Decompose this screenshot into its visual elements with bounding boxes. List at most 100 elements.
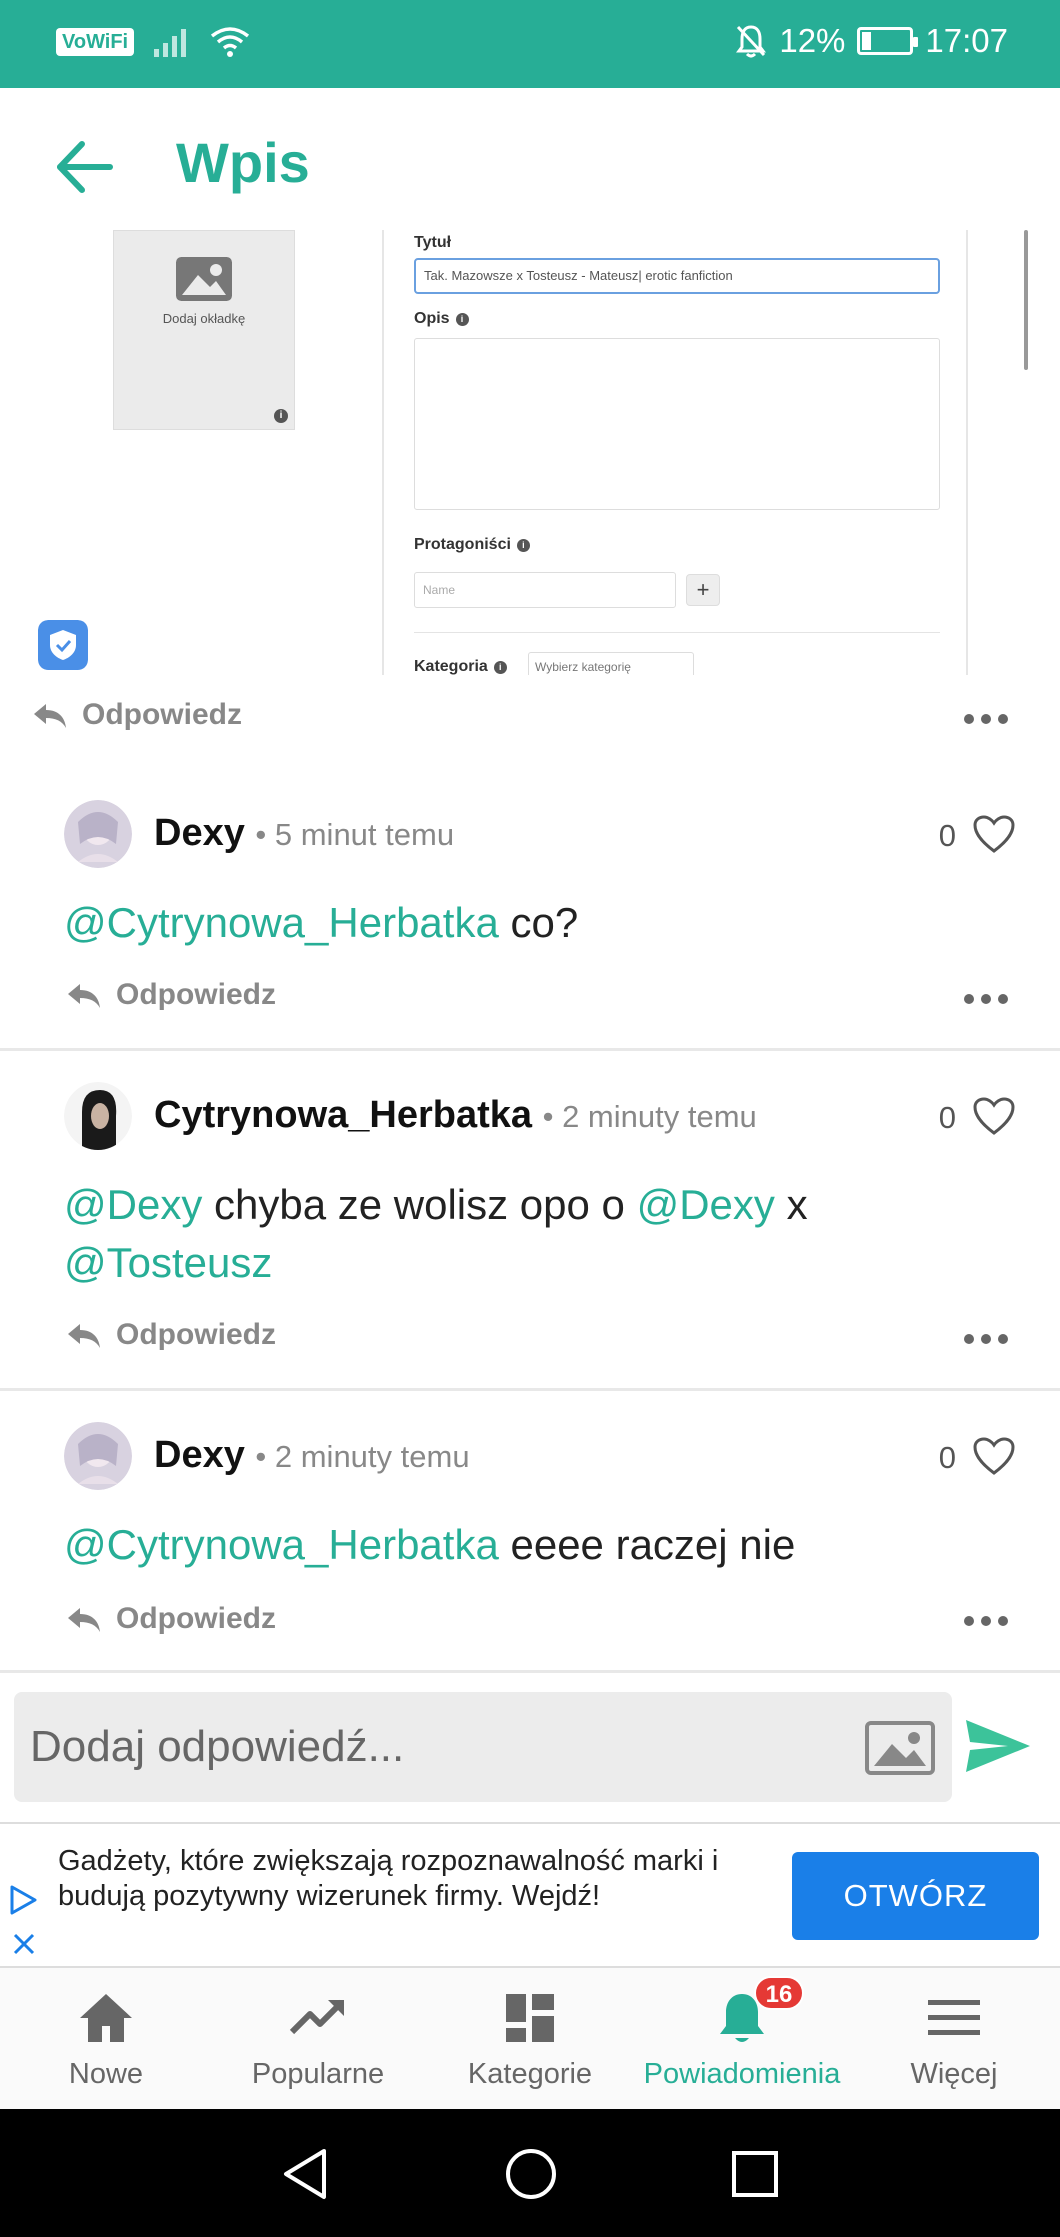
notification-badge: 16: [754, 1976, 804, 2010]
name-field: Name: [414, 572, 676, 608]
shield-icon: [38, 620, 88, 670]
reply-label: Odpowiedz: [116, 978, 276, 1011]
reply-label: Odpowiedz: [116, 1318, 276, 1351]
cover-placeholder: Dodaj okładkę i: [113, 230, 295, 430]
system-nav-bar: [0, 2109, 1060, 2237]
nav-label: Więcej: [910, 2058, 998, 2090]
nav-label: Nowe: [68, 2058, 144, 2090]
nav-label: Kategorie: [467, 2058, 593, 2090]
protagonists-label: Protagoniści i: [414, 536, 530, 554]
close-icon[interactable]: [12, 1932, 36, 1956]
like-count: 0: [938, 1440, 956, 1475]
nav-item-popularne[interactable]: Popularne: [212, 1968, 424, 2109]
info-icon: i: [274, 409, 288, 423]
home-nav-icon[interactable]: [504, 2147, 558, 2201]
back-nav-icon[interactable]: [278, 2147, 332, 2201]
ad-open-button[interactable]: OTWÓRZ: [792, 1852, 1039, 1940]
mention-link[interactable]: @Cytrynowa_Herbatka: [64, 1521, 499, 1568]
nav-item-nowe[interactable]: Nowe: [0, 1968, 212, 2109]
app-header: Wpis: [0, 88, 1060, 230]
home-icon: [80, 1994, 132, 2042]
description-field: [414, 338, 940, 510]
info-icon: i: [493, 660, 507, 674]
add-protagonist-button: +: [686, 574, 720, 606]
reply-input[interactable]: Dodaj odpowiedź...: [14, 1692, 952, 1802]
image-placeholder-icon: [176, 257, 232, 301]
title-field: Tak. Mazowsze x Tosteusz - Mateusz| erot…: [414, 258, 940, 294]
send-icon[interactable]: [964, 1716, 1032, 1776]
more-options-icon[interactable]: [964, 1616, 1008, 1626]
avatar[interactable]: [64, 800, 132, 868]
comment-time: 2 minuty temu: [274, 1439, 470, 1474]
dashboard-icon: [506, 1994, 554, 2042]
reply-label: Odpowiedz: [116, 1602, 276, 1635]
info-icon: i: [455, 312, 469, 326]
more-options-icon[interactable]: [964, 1334, 1008, 1344]
reply-icon: [34, 704, 66, 728]
reply-button[interactable]: Odpowiedz: [66, 978, 276, 1012]
title-label: Tytuł: [414, 234, 452, 251]
page-title: Wpis: [176, 131, 310, 194]
clock: 17:07: [925, 22, 1008, 59]
more-options-icon[interactable]: [964, 994, 1008, 1004]
category-label: Kategoria i: [414, 658, 507, 675]
nav-item-kategorie[interactable]: Kategorie: [424, 1968, 636, 2109]
comment: Dexy • 5 minut temu 0 @Cytrynowa_Herbatk…: [0, 800, 1060, 1050]
comment: Cytrynowa_Herbatka • 2 minuty temu 0 @De…: [0, 1082, 1060, 1382]
image-attach-icon[interactable]: [864, 1720, 936, 1776]
reply-button[interactable]: Odpowiedz: [66, 1602, 276, 1636]
comment: Dexy • 2 minuty temu 0 @Cytrynowa_Herbat…: [0, 1422, 1060, 1672]
ad-choices-icon[interactable]: [8, 1884, 38, 1916]
heart-icon[interactable]: [972, 814, 1016, 854]
trending-icon: [289, 1999, 345, 2035]
vowifi-indicator: VoWiFi: [56, 28, 135, 56]
reply-icon: [68, 1608, 100, 1632]
signal-icon: [154, 29, 187, 57]
heart-icon[interactable]: [972, 1096, 1016, 1136]
heart-icon[interactable]: [972, 1436, 1016, 1476]
status-bar: VoWiFi 12% 17:07: [0, 0, 1060, 88]
comment-author[interactable]: Dexy • 2 minuty temu: [154, 1434, 470, 1477]
back-arrow-icon[interactable]: [50, 132, 120, 202]
reply-icon: [68, 1324, 100, 1348]
comment-author[interactable]: Cytrynowa_Herbatka • 2 minuty temu: [154, 1094, 757, 1137]
comment-author[interactable]: Dexy • 5 minut temu: [154, 812, 454, 855]
wifi-icon: [211, 27, 250, 57]
silent-bell-icon: [736, 25, 767, 58]
divider: [414, 632, 940, 633]
divider: [0, 1048, 1060, 1051]
mention-link[interactable]: @Dexy: [64, 1181, 202, 1228]
reply-button[interactable]: Odpowiedz: [32, 698, 242, 732]
divider: [0, 1670, 1060, 1673]
nav-label: Powiadomienia: [643, 2058, 841, 2090]
avatar[interactable]: [64, 1082, 132, 1150]
cover-label: Dodaj okładkę: [162, 311, 246, 326]
mention-link[interactable]: @Cytrynowa_Herbatka: [64, 899, 499, 946]
comment-body: @Cytrynowa_Herbatka eeee raczej nie: [64, 1521, 796, 1568]
recents-nav-icon[interactable]: [728, 2147, 782, 2201]
ad-text: Gadżety, które zwiększają rozpoznawalnoś…: [58, 1845, 719, 1912]
menu-icon: [928, 2000, 980, 2035]
more-options-icon[interactable]: [964, 714, 1008, 724]
nav-item-wiecej[interactable]: Więcej: [848, 1968, 1060, 2109]
avatar[interactable]: [64, 1422, 132, 1490]
category-select: Wybierz kategorię: [528, 652, 694, 675]
mention-link[interactable]: @Dexy: [637, 1181, 775, 1228]
comment-time: 5 minut temu: [274, 817, 455, 852]
comment-body: @Dexy chyba ze wolisz opo o @Dexy x @Tos…: [64, 1181, 808, 1286]
reply-button[interactable]: Odpowiedz: [66, 1318, 276, 1352]
post-attachment-image[interactable]: Dodaj okładkę i Tytuł Tak. Mazowsze x To…: [0, 230, 1060, 675]
reply-placeholder: Dodaj odpowiedź...: [30, 1722, 405, 1771]
story-form: Tytuł Tak. Mazowsze x Tosteusz - Mateusz…: [382, 230, 968, 675]
reply-icon: [68, 984, 100, 1008]
description-label: Opis i: [414, 310, 469, 328]
ad-banner[interactable]: Gadżety, które zwiększają rozpoznawalnoś…: [0, 1822, 1060, 1968]
battery-percent: 12%: [779, 22, 846, 59]
scrollbar: [1024, 230, 1028, 370]
mention-link[interactable]: @Tosteusz: [64, 1239, 272, 1286]
nav-label: Popularne: [251, 2058, 385, 2090]
like-count: 0: [938, 1100, 956, 1135]
comment-body: @Cytrynowa_Herbatka co?: [64, 899, 579, 946]
nav-item-powiadomienia[interactable]: 16 Powiadomienia: [636, 1968, 848, 2109]
battery-icon: [857, 27, 919, 55]
